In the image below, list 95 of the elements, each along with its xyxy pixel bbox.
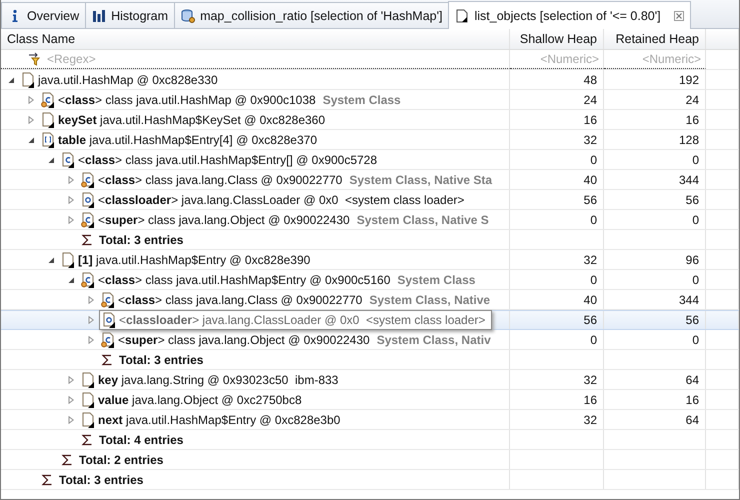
sigma-icon (61, 454, 73, 466)
retained-heap-value: 16 (686, 392, 699, 406)
shallow-heap-value: 32 (584, 132, 597, 146)
retained-heap-value: 344 (678, 172, 699, 186)
sigma-icon (41, 474, 53, 486)
collapsed-arrow-icon[interactable] (67, 396, 75, 404)
retained-heap-value: 24 (686, 92, 699, 106)
collapsed-arrow-icon[interactable] (67, 196, 75, 204)
retained-heap-value: 0 (692, 272, 699, 286)
shallow-heap-value: 56 (584, 192, 597, 206)
sigma-icon (81, 234, 93, 246)
object-note: System Class (322, 92, 401, 106)
retained-heap-value: 0 (692, 332, 699, 346)
close-icon[interactable] (674, 10, 684, 20)
object-label: <classloader> java.lang.ClassLoader @ 0x0 <system class loader> (98, 192, 464, 206)
collapsed-arrow-icon[interactable] (87, 296, 95, 304)
retained-heap-value: 0 (692, 152, 699, 166)
regex-filter-field[interactable]: <Regex> (43, 52, 509, 66)
sigma-icon (101, 354, 113, 366)
shallow-heap-value: 16 (584, 392, 597, 406)
object-label: keySet java.util.HashMap$KeySet @ 0xc828e360 (58, 112, 326, 126)
editor-tab[interactable]: map_collision_ratio [selection of 'HashMap'] (174, 2, 450, 28)
shallow-heap-value: 32 (584, 372, 597, 386)
total-label: Total: 3 entries (99, 232, 184, 246)
shallow-heap-value: 32 (584, 412, 597, 426)
collapsed-arrow-icon[interactable] (67, 376, 75, 384)
expanded-arrow-icon[interactable] (47, 156, 55, 164)
object-label: <class> class java.util.HashMap$Entry[] @ 0x900c5728 (78, 152, 378, 166)
retained-heap-value: 0 (692, 212, 699, 226)
column-header[interactable]: Shallow Heap (510, 29, 604, 49)
retained-heap-value: 64 (686, 412, 699, 426)
document-icon (455, 8, 470, 22)
total-label: Total: 4 entries (99, 432, 184, 446)
shallow-heap-value: 16 (584, 112, 597, 126)
collapsed-arrow-icon[interactable] (87, 336, 95, 344)
object-note: System Class (397, 272, 476, 286)
column-header[interactable]: Class Name (1, 29, 510, 49)
editor-tab[interactable]: list_objects [selection of '<= 0.80'] (448, 1, 691, 29)
object-note: System Class, Native S (356, 212, 489, 226)
filter-icon (27, 52, 43, 66)
expanded-arrow-icon[interactable] (67, 276, 75, 284)
object-label: <class> class java.util.HashMap @ 0x900c1038 (58, 92, 316, 106)
shallow-heap-value: 40 (584, 292, 597, 306)
shallow-heap-value: 40 (584, 172, 597, 186)
object-label: <super> class java.lang.Object @ 0x90022430 (98, 212, 350, 226)
retained-heap-value: 192 (678, 72, 699, 86)
shallow-heap-value: 56 (584, 313, 597, 327)
object-label: key java.lang.String @ 0x93023c50 ibm-833 (98, 372, 338, 386)
object-label: <class> class java.lang.Class @ 0x90022770 (98, 172, 342, 186)
total-label: Total: 2 entries (79, 452, 164, 466)
object-label: value java.lang.Object @ 0xc2750bc8 (98, 392, 302, 406)
retained-heap-value: 56 (686, 313, 699, 327)
shallow-heap-value: 0 (590, 152, 597, 166)
total-label: Total: 3 entries (59, 472, 144, 486)
collapsed-arrow-icon[interactable] (67, 416, 75, 424)
object-label: <class> class java.util.HashMap$Entry @ 0x900c5160 (98, 272, 390, 286)
collapsed-arrow-icon[interactable] (27, 96, 35, 104)
highlighted-row[interactable]: <classloader> java.lang.ClassLoader @ 0x0 <system class loader> 56 56 (1, 310, 739, 330)
retained-heap-value: 96 (686, 252, 699, 266)
collapsed-arrow-icon[interactable] (87, 316, 95, 324)
editor-tab[interactable]: Histogram (85, 2, 176, 28)
shallow-heap-value: 48 (584, 72, 597, 86)
total-label: Total: 3 entries (119, 352, 204, 366)
object-label: [1] java.util.HashMap$Entry @ 0xc828e390 (78, 252, 310, 266)
expanded-arrow-icon[interactable] (47, 256, 55, 264)
object-label: next java.util.HashMap$Entry @ 0xc828e3b0 (98, 412, 340, 426)
retained-heap-value: 16 (686, 112, 699, 126)
object-note: System Class, Nativ (376, 332, 491, 346)
numeric-filter-field[interactable]: <Numeric> (604, 52, 705, 66)
shallow-heap-value: 32 (584, 252, 597, 266)
retained-heap-value: 344 (678, 292, 699, 306)
shallow-heap-value: 0 (590, 212, 597, 226)
object-note: System Class, Native (369, 292, 490, 306)
sigma-icon (81, 434, 93, 446)
object-label: <super> class java.lang.Object @ 0x90022430 (118, 332, 370, 346)
object-note: System Class, Native Sta (349, 172, 492, 186)
object-label: java.util.HashMap @ 0xc828e330 (38, 72, 218, 86)
shallow-heap-value: 24 (584, 92, 597, 106)
editor-tab[interactable]: Overview (1, 2, 86, 28)
numeric-filter-field[interactable]: <Numeric> (510, 52, 603, 66)
object-label: table java.util.HashMap$Entry[4] @ 0xc828e370 (58, 132, 317, 146)
expanded-arrow-icon[interactable] (27, 136, 35, 144)
tooltip: <classloader> java.lang.ClassLoader @ 0x0 <system class loader> (99, 310, 492, 330)
retained-heap-value: 56 (686, 192, 699, 206)
shallow-heap-value: 0 (590, 272, 597, 286)
retained-heap-value: 128 (678, 132, 699, 146)
retained-heap-value: 64 (686, 372, 699, 386)
bar-chart-icon (92, 8, 106, 22)
collapsed-arrow-icon[interactable] (27, 116, 35, 124)
collapsed-arrow-icon[interactable] (67, 176, 75, 184)
object-label: <class> class java.lang.Class @ 0x90022770 (118, 292, 362, 306)
expanded-arrow-icon[interactable] (7, 76, 15, 84)
collapsed-arrow-icon[interactable] (67, 216, 75, 224)
column-header[interactable]: Retained Heap (604, 29, 706, 49)
shallow-heap-value: 0 (590, 332, 597, 346)
